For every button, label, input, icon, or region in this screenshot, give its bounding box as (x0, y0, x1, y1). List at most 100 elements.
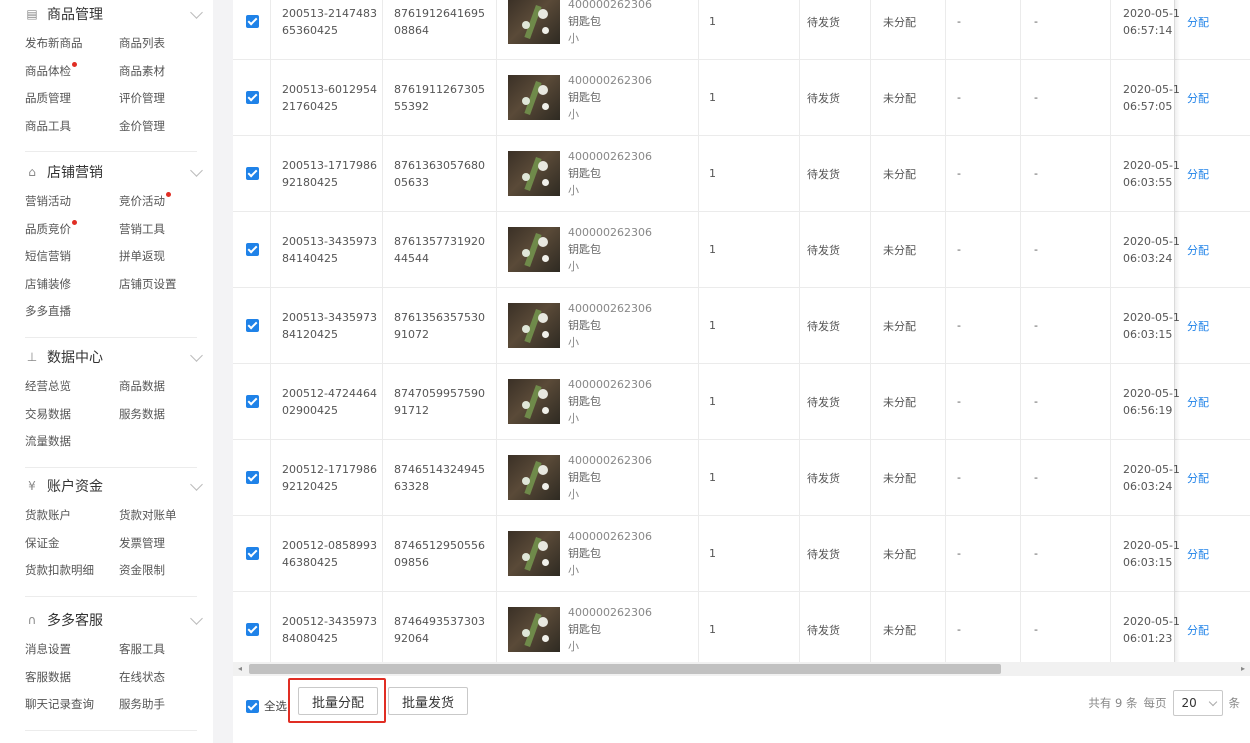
sidebar-item[interactable]: 竞价活动 (119, 191, 171, 211)
tracking-number: 8761357731920 44544 (394, 233, 485, 267)
sidebar-item[interactable]: 货款账户 (25, 505, 71, 525)
tracking-cell: 8761363057680 05633 (394, 136, 485, 211)
sidebar-item[interactable]: 商品列表 (119, 33, 165, 53)
row-checkbox[interactable] (246, 547, 259, 560)
action-cell: 分配 (1187, 516, 1209, 591)
sidebar-item[interactable]: 商品体检 (25, 61, 77, 81)
row-checkbox[interactable] (246, 395, 259, 408)
sidebar-item[interactable]: 服务助手 (119, 694, 165, 714)
sidebar-item[interactable]: 交易数据 (25, 404, 71, 424)
scroll-right-icon[interactable]: ▸ (1238, 664, 1248, 674)
sidebar-item-label: 交易数据 (25, 406, 71, 421)
assign-link[interactable]: 分配 (1187, 318, 1209, 334)
sidebar-item[interactable]: 营销工具 (119, 219, 165, 239)
scroll-left-icon[interactable]: ◂ (235, 664, 245, 674)
assign-link[interactable]: 分配 (1187, 470, 1209, 486)
sidebar-item[interactable]: 客服工具 (119, 639, 165, 659)
assign-link[interactable]: 分配 (1187, 394, 1209, 410)
section-header-2[interactable]: ⊥ 数据中心 (25, 345, 205, 369)
product-name: 钥匙包 (568, 15, 601, 28)
sidebar-item[interactable]: 店铺装修 (25, 274, 71, 294)
sidebar-item[interactable]: 商品数据 (119, 376, 165, 396)
section-header-1[interactable]: ⌂ 店铺营销 (25, 160, 205, 184)
row-checkbox[interactable] (246, 167, 259, 180)
sidebar-item[interactable]: 客服数据 (25, 667, 71, 687)
column-divider (799, 0, 800, 59)
row-checkbox[interactable] (246, 15, 259, 28)
tracking-part2: 63328 (394, 479, 429, 493)
quantity: 1 (709, 319, 716, 332)
assign-link[interactable]: 分配 (1187, 622, 1209, 638)
batch-assign-button[interactable]: 批量分配 (298, 687, 378, 715)
sidebar-item[interactable]: 货款扣款明细 (25, 560, 94, 580)
assign-link[interactable]: 分配 (1187, 166, 1209, 182)
assign-link[interactable]: 分配 (1187, 546, 1209, 562)
product-thumbnail (508, 75, 560, 120)
row-checkbox[interactable] (246, 623, 259, 636)
sidebar-item[interactable]: 品质管理 (25, 88, 71, 108)
empty-cell-cell: - (957, 592, 961, 667)
column-divider (698, 364, 699, 439)
sidebar-item[interactable]: 商品工具 (25, 116, 71, 136)
sidebar-item[interactable]: 金价管理 (119, 116, 165, 136)
sidebar-item[interactable]: 消息设置 (25, 639, 71, 659)
section-header-3[interactable]: ¥ 账户资金 (25, 474, 205, 498)
sidebar-item[interactable]: 货款对账单 (119, 505, 177, 525)
section-divider (25, 595, 197, 597)
assign-status-cell: 未分配 (883, 516, 916, 591)
sidebar-item[interactable]: 流量数据 (25, 431, 71, 451)
empty-cell: - (957, 167, 961, 180)
table-row: 200512-3435973 84080425 8746493537303 92064… (233, 592, 1250, 668)
sidebar-item-label: 拼单返现 (119, 249, 165, 263)
sidebar-item[interactable]: 发票管理 (119, 533, 165, 553)
row-checkbox[interactable] (246, 243, 259, 256)
sidebar-item[interactable]: 聊天记录查询 (25, 694, 94, 714)
sidebar-item[interactable]: 商品素材 (119, 61, 165, 81)
column-divider (698, 440, 699, 515)
horizontal-scrollbar[interactable]: ◂ ▸ (233, 662, 1250, 676)
action-cell: 分配 (1187, 288, 1209, 363)
sidebar-item[interactable]: 多多直播 (25, 301, 71, 321)
sidebar-item[interactable]: 保证金 (25, 533, 60, 553)
sidebar-item[interactable]: 在线状态 (119, 667, 165, 687)
section-header-0[interactable]: ▤ 商品管理 (25, 2, 205, 26)
order-status-cell: 待发货 (807, 516, 840, 591)
order-id: 200513-3435973 84120425 (282, 309, 377, 343)
sidebar-item[interactable]: 拼单返现 (119, 246, 165, 266)
sidebar-item-label: 评价管理 (119, 91, 165, 105)
sidebar-item[interactable]: 品质竞价 (25, 219, 77, 239)
notification-dot (166, 192, 171, 197)
sidebar-item[interactable]: 评价管理 (119, 88, 165, 108)
sidebar-item[interactable]: 资金限制 (119, 560, 165, 580)
assign-link[interactable]: 分配 (1187, 242, 1209, 258)
page-size-select[interactable]: 20 (1172, 690, 1223, 716)
select-all-checkbox[interactable]: 全选 (246, 698, 287, 714)
row-checkbox[interactable] (246, 471, 259, 484)
sidebar-item[interactable]: 发布新商品 (25, 33, 83, 53)
sidebar-item-label: 聊天记录查询 (25, 697, 94, 711)
batch-ship-button[interactable]: 批量发货 (388, 687, 468, 715)
row-checkbox[interactable] (246, 319, 259, 332)
quantity-cell: 1 (709, 136, 716, 211)
sidebar-item[interactable]: 店铺页设置 (119, 274, 177, 294)
sidebar-item[interactable]: 短信营销 (25, 246, 71, 266)
sidebar-item[interactable]: 服务数据 (119, 404, 165, 424)
quantity-cell: 1 (709, 592, 716, 667)
tracking-part1: 8746514324945 (394, 462, 485, 476)
assign-link[interactable]: 分配 (1187, 90, 1209, 106)
column-divider (870, 288, 871, 363)
order-id: 200512-4724464 02900425 (282, 385, 377, 419)
order-id-cell: 200512-4724464 02900425 (282, 364, 377, 439)
product-info: 400000262306 钥匙包小 (568, 528, 652, 579)
tracking-number: 8747059957590 91712 (394, 385, 485, 419)
order-time: 2020-05-1 06:03:15 (1123, 537, 1180, 571)
row-checkbox[interactable] (246, 91, 259, 104)
sidebar-item[interactable]: 营销活动 (25, 191, 71, 211)
assign-link[interactable]: 分配 (1187, 14, 1209, 30)
order-status: 待发货 (807, 623, 840, 637)
section-header-4[interactable]: ∩ 多多客服 (25, 608, 205, 632)
tracking-number: 8746493537303 92064 (394, 613, 485, 647)
product-spec: 小 (568, 336, 579, 349)
sidebar-item[interactable]: 经营总览 (25, 376, 71, 396)
scrollbar-thumb[interactable] (249, 664, 1001, 674)
